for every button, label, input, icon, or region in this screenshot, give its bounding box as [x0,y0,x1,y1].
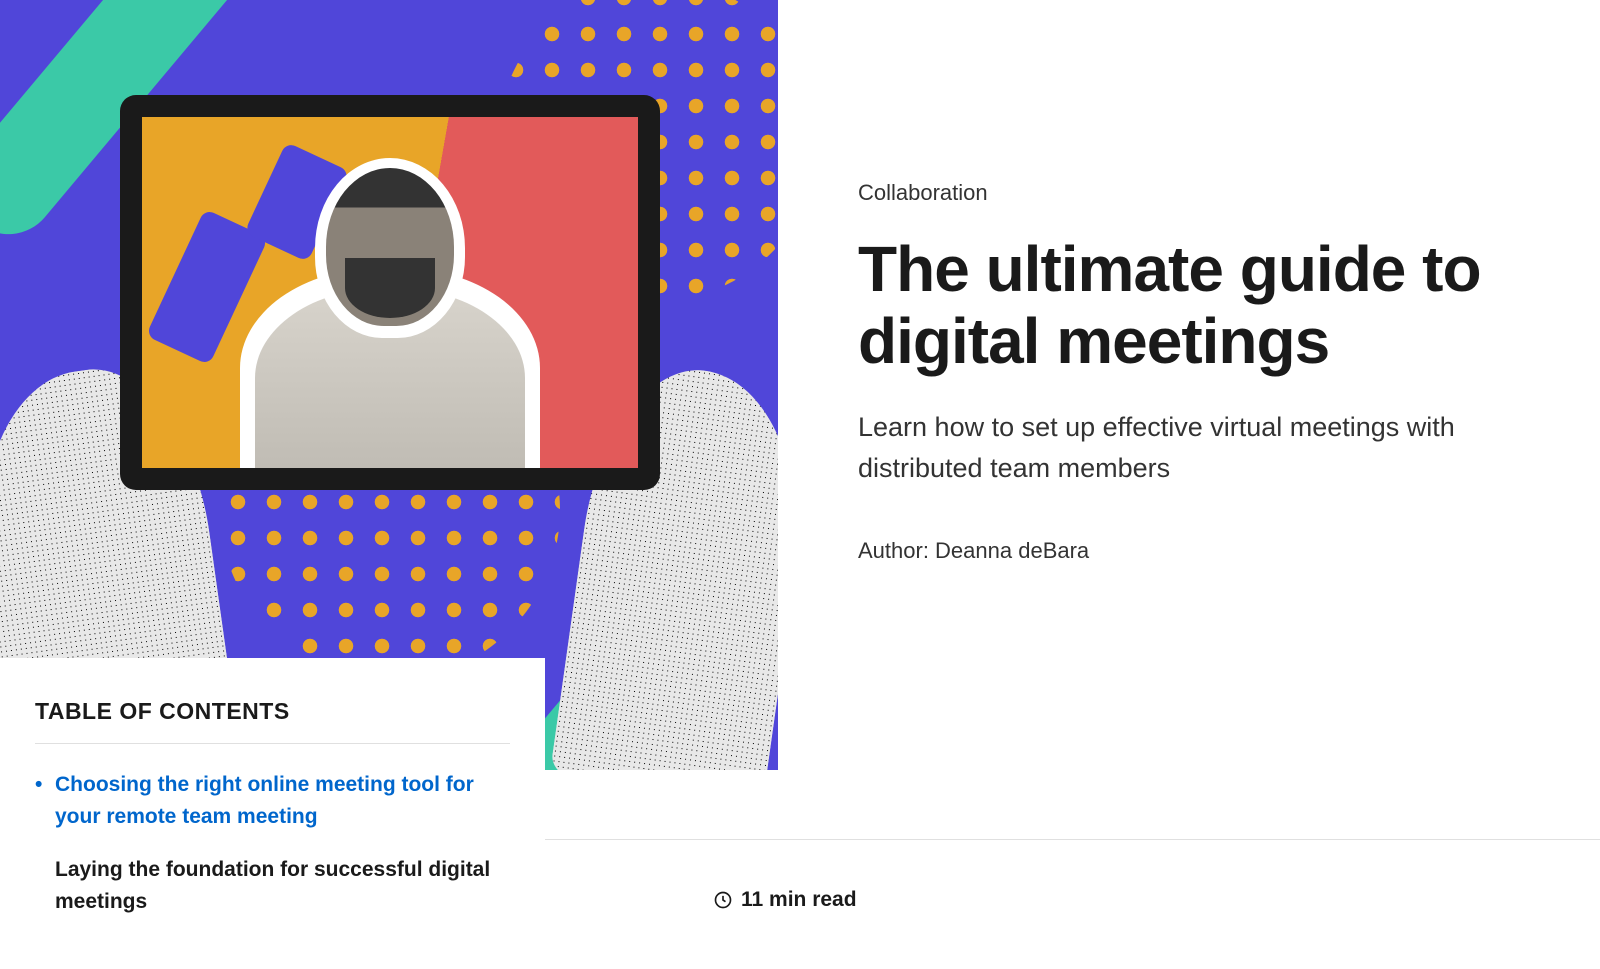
table-of-contents: TABLE OF CONTENTS Choosing the right onl… [0,658,545,969]
author-name: Deanna deBara [935,538,1089,563]
toc-item-label: Choosing the right online meeting tool f… [55,773,474,828]
read-time-text: 11 min read [741,888,857,912]
illustration-person-beard [345,258,435,318]
article-author: Author: Deanna deBara [858,538,1550,564]
article-header: Collaboration The ultimate guide to digi… [778,0,1600,959]
illustration-person [250,158,530,468]
page-container: TABLE OF CONTENTS Choosing the right onl… [0,0,1600,959]
toc-item-active[interactable]: Choosing the right online meeting tool f… [35,769,510,832]
toc-item[interactable]: Laying the foundation for successful dig… [35,854,510,917]
article-category[interactable]: Collaboration [858,180,1550,206]
clock-icon [713,890,733,910]
left-column: TABLE OF CONTENTS Choosing the right onl… [0,0,778,959]
illustration-tablet-screen [142,117,638,468]
article-title: The ultimate guide to digital meetings [858,234,1550,377]
illustration-tablet [120,95,660,490]
toc-item-label: Laying the foundation for successful dig… [55,858,490,913]
author-label: Author: [858,538,935,563]
article-subtitle: Learn how to set up effective virtual me… [858,407,1550,488]
toc-heading: TABLE OF CONTENTS [35,698,510,744]
meta-bar: 11 min read [545,839,1600,959]
read-time: 11 min read [713,888,857,912]
hero-illustration [0,0,778,770]
